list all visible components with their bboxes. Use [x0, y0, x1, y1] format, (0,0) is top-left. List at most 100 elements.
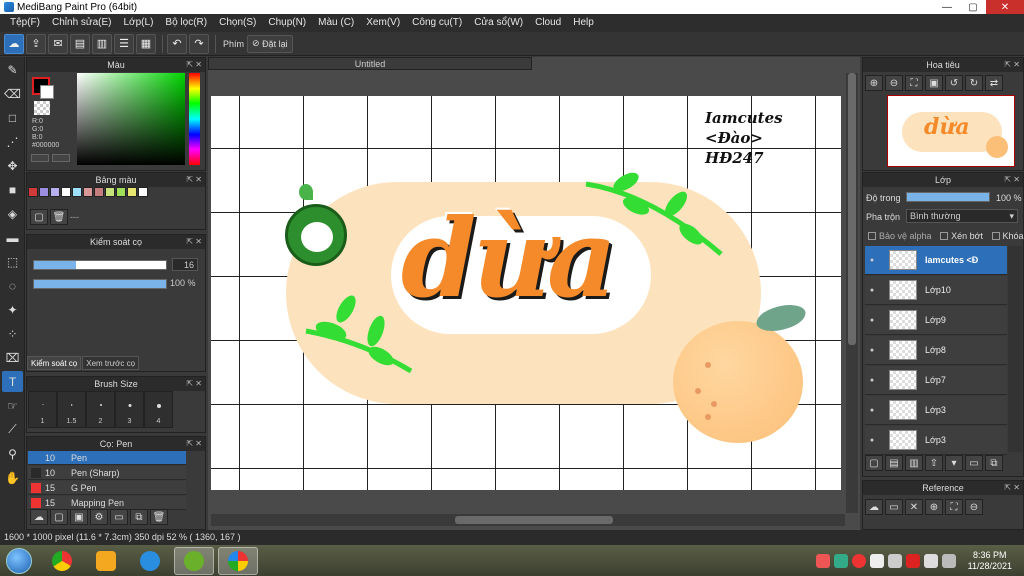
eraser-tool-icon[interactable]: ⌫ — [2, 83, 23, 104]
blend-mode-select[interactable]: Bình thường ▾ — [906, 209, 1018, 223]
select-eraser-icon[interactable]: ⌧ — [2, 347, 23, 368]
operation-icon[interactable]: ☞ — [2, 395, 23, 416]
color-mode-button[interactable] — [52, 154, 70, 162]
navigator-thumbnail[interactable]: dừa — [887, 95, 1015, 167]
palette-swatch[interactable] — [94, 187, 104, 197]
rotate-left-icon[interactable]: ↺ — [945, 75, 963, 91]
layer-opacity-slider[interactable] — [906, 192, 990, 202]
lasso-icon[interactable]: ◌ — [2, 275, 23, 296]
menu-view[interactable]: Xem(V) — [360, 14, 406, 32]
menu-tools[interactable]: Công cụ(T) — [406, 14, 468, 32]
transparent-swatch[interactable] — [34, 101, 50, 115]
palette-swatch[interactable] — [105, 187, 115, 197]
tab-brush-control[interactable]: Kiểm soát cọ — [27, 356, 82, 370]
layer-item[interactable]: ● Lớp10 — [865, 276, 1007, 305]
volume-icon[interactable] — [887, 553, 902, 568]
folder-icon[interactable]: ▭ — [110, 509, 128, 525]
undo-icon[interactable]: ↶ — [167, 33, 187, 54]
battery-icon[interactable] — [941, 553, 956, 568]
redo-icon[interactable]: ↷ — [189, 33, 209, 54]
brush-tool-icon[interactable]: ✎ — [2, 59, 23, 80]
horizontal-scroll-thumb[interactable] — [455, 516, 613, 524]
layer-up-icon[interactable]: ⇧ — [925, 455, 943, 471]
palette-swatch[interactable] — [28, 187, 38, 197]
palette-swatch[interactable] — [138, 187, 148, 197]
share-icon[interactable]: ⇪ — [26, 33, 46, 54]
list-icon[interactable]: ☰ — [114, 33, 134, 54]
drawing-canvas[interactable]: dừa Iamcutes <Đào> HĐ247 — [211, 96, 841, 490]
menu-cloud[interactable]: Cloud — [529, 14, 567, 32]
close-button[interactable]: ✕ — [986, 0, 1024, 14]
new-1bit-layer-icon[interactable]: ▥ — [905, 455, 923, 471]
ie-app[interactable] — [130, 547, 170, 575]
color-mode-button[interactable] — [31, 154, 49, 162]
new-layer-icon[interactable]: ▢ — [865, 455, 883, 471]
protect-alpha-checkbox[interactable]: Bảo vệ alpha — [868, 231, 932, 241]
menu-color[interactable]: Màu (C) — [312, 14, 360, 32]
palette-swatch[interactable] — [83, 187, 93, 197]
rotate-right-icon[interactable]: ↻ — [965, 75, 983, 91]
palette-swatch[interactable] — [50, 187, 60, 197]
brush-item[interactable]: 10 Pen (Sharp) — [28, 466, 186, 480]
menu-snap[interactable]: Chụp(N) — [262, 14, 312, 32]
new-8bit-layer-icon[interactable]: ▤ — [885, 455, 903, 471]
visibility-icon[interactable]: ● — [865, 407, 879, 414]
minimize-button[interactable]: — — [934, 0, 960, 14]
horizontal-scrollbar[interactable] — [211, 514, 845, 526]
tab-brush-preview[interactable]: Xem trước cọ — [82, 356, 140, 370]
close-icon[interactable]: ✕ — [905, 499, 923, 515]
duplicate-icon[interactable]: ⧉ — [985, 455, 1003, 471]
zoom-out-icon[interactable]: ⊖ — [965, 499, 983, 515]
document-tab[interactable]: Untitled — [208, 57, 532, 70]
brush-item[interactable]: 15 G Pen — [28, 481, 186, 495]
zoom-out-icon[interactable]: ⊖ — [885, 75, 903, 91]
menu-edit[interactable]: Chỉnh sửa(E) — [46, 14, 118, 32]
network-icon[interactable] — [923, 553, 938, 568]
select-rect-icon[interactable]: ⬚ — [2, 251, 23, 272]
palette-swatch[interactable] — [72, 187, 82, 197]
text-tool-icon[interactable]: T — [2, 371, 23, 392]
add-brush-icon[interactable]: ▣ — [70, 509, 88, 525]
brush-item[interactable]: 10 Pen — [28, 451, 186, 465]
dotted-pen-icon[interactable]: ⋰ — [2, 131, 23, 152]
trash-icon[interactable]: 🗑 — [150, 509, 168, 525]
gradient-icon[interactable]: ▬ — [2, 227, 23, 248]
coccoc-app[interactable] — [174, 546, 214, 575]
palette-swatch[interactable] — [39, 187, 49, 197]
visibility-icon[interactable]: ● — [865, 257, 879, 264]
vertical-scrollbar[interactable] — [846, 73, 858, 513]
layer-menu-icon[interactable]: ▾ — [945, 455, 963, 471]
float-icon[interactable]: ⇱ ✕ — [186, 235, 202, 249]
float-icon[interactable]: ⇱ ✕ — [186, 437, 202, 451]
layer-item[interactable]: ● Iamcutes <Đ — [865, 246, 1007, 275]
divide-icon[interactable]: ⟋ — [2, 419, 23, 440]
cloud-brush-icon[interactable]: ☁ — [30, 509, 48, 525]
move-tool-icon[interactable]: ✥ — [2, 155, 23, 176]
hue-slider[interactable] — [189, 73, 200, 165]
layer-item[interactable]: ● Lớp7 — [865, 366, 1007, 395]
system-clock[interactable]: 8:36 PM 11/28/2021 — [968, 550, 1012, 572]
brush-size-slider[interactable] — [33, 260, 167, 270]
magic-wand-icon[interactable]: ✦ — [2, 299, 23, 320]
palette-swatch[interactable] — [61, 187, 71, 197]
layer-scrollbar[interactable] — [1008, 246, 1022, 452]
brush-opacity-slider[interactable] — [33, 279, 167, 289]
trash-icon[interactable]: 🗑 — [50, 209, 68, 225]
visibility-icon[interactable]: ● — [865, 437, 879, 444]
brush-size-preset[interactable]: 2 — [86, 391, 115, 428]
start-button[interactable] — [6, 547, 32, 574]
brush-item[interactable]: 15 Mapping Pen — [28, 496, 186, 510]
flip-icon[interactable]: ⇄ — [985, 75, 1003, 91]
tray-app-icon[interactable] — [905, 553, 920, 568]
media-player-app[interactable] — [86, 547, 126, 575]
brush-size-preset[interactable]: 4 — [144, 391, 173, 428]
comment-icon[interactable]: ✉ — [48, 33, 68, 54]
menu-help[interactable]: Help — [567, 14, 600, 32]
vertical-scroll-thumb[interactable] — [848, 73, 856, 345]
float-icon[interactable]: ⇱ ✕ — [186, 377, 202, 391]
grid-icon[interactable]: ▦ — [136, 33, 156, 54]
actual-size-icon[interactable]: ▣ — [925, 75, 943, 91]
menu-select[interactable]: Chọn(S) — [213, 14, 262, 32]
saturation-value-picker[interactable] — [77, 73, 185, 165]
brush-size-value[interactable]: 16 — [172, 258, 198, 271]
